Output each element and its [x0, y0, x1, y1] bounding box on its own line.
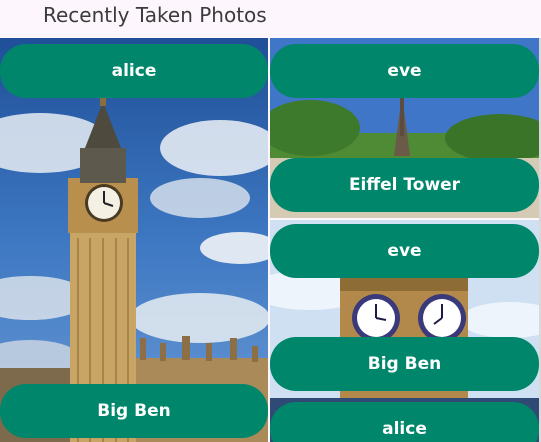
- page-title: Recently Taken Photos: [43, 3, 267, 27]
- user-name-pill[interactable]: eve: [270, 224, 539, 278]
- photo-card[interactable]: eve Eiffel Tower: [270, 38, 539, 218]
- photo-card[interactable]: eve Big Ben: [270, 220, 539, 398]
- caption-pill[interactable]: Big Ben: [0, 384, 268, 438]
- user-name-pill[interactable]: eve: [270, 44, 539, 98]
- app-header: Recently Taken Photos: [0, 0, 541, 38]
- user-name-pill[interactable]: alice: [270, 402, 539, 442]
- caption-pill[interactable]: Big Ben: [270, 337, 539, 391]
- photo-card[interactable]: alice Big Ben: [0, 38, 268, 442]
- photo-card[interactable]: alice: [270, 398, 539, 442]
- photo-image: [0, 38, 268, 442]
- user-name-pill[interactable]: alice: [0, 44, 268, 98]
- caption-pill[interactable]: Eiffel Tower: [270, 158, 539, 212]
